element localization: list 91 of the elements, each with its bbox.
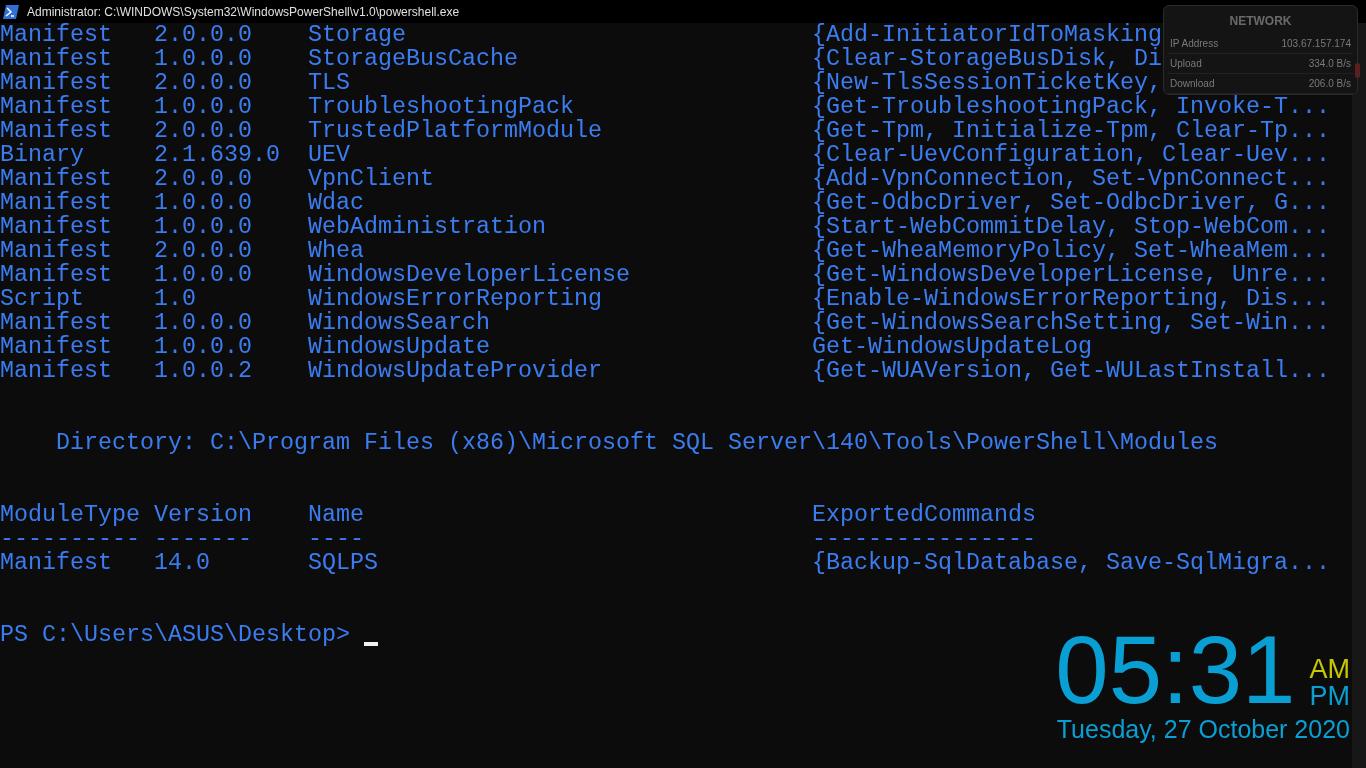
version-cell: 1.0.0.0 [154, 46, 252, 72]
module-name-cell: Wdac [308, 190, 364, 216]
version-cell: 1.0.0.0 [154, 262, 252, 288]
exported-commands-cell: {Enable-WindowsErrorReporting, Dis... [812, 286, 1330, 312]
powershell-icon [3, 4, 19, 19]
exported-commands-cell: {Clear-UevConfiguration, Clear-Uev... [812, 142, 1330, 168]
version-cell: 2.0.0.0 [154, 70, 252, 96]
module-type-cell: Manifest [0, 94, 112, 120]
module-name-cell: WindowsDeveloperLicense [308, 262, 630, 288]
module-type-cell: Manifest [0, 262, 112, 288]
version-cell: 1.0.0.0 [154, 334, 252, 360]
module-type-cell: Manifest [0, 70, 112, 96]
version-cell: 2.0.0.0 [154, 166, 252, 192]
module-name-cell: WindowsErrorReporting [308, 286, 602, 312]
module-type-cell: Manifest [0, 46, 112, 72]
module-name-cell: StorageBusCache [308, 46, 518, 72]
exported-commands-cell: {Get-OdbcDriver, Set-OdbcDriver, G... [812, 190, 1330, 216]
stat-value: 334.0 B/s [1308, 57, 1351, 71]
module-type-cell: Manifest [0, 214, 112, 240]
module-type-cell: Manifest [0, 190, 112, 216]
module-type-cell: Binary [0, 142, 84, 168]
column-header: ExportedCommands [812, 502, 1036, 528]
meridiem-label: PM [1309, 683, 1350, 710]
window-title: Administrator: C:\WINDOWS\System32\WindowsPowerShell\v1.0\powershell.exe [27, 3, 460, 21]
version-cell: 1.0.0.0 [154, 94, 252, 120]
scrollbar-thumb[interactable] [1355, 63, 1360, 78]
exported-commands-cell: {Get-WindowsDeveloperLicense, Unre... [812, 262, 1330, 288]
stat-label: Download [1170, 77, 1215, 91]
module-name-cell: Storage [308, 22, 406, 48]
column-header: Version [154, 502, 252, 528]
module-type-cell: Manifest [0, 334, 112, 360]
header-underline: ---- [308, 526, 364, 552]
module-name-cell: WindowsSearch [308, 310, 490, 336]
exported-commands-cell: {Get-WheaMemoryPolicy, Set-WheaMem... [812, 238, 1330, 264]
exported-commands-cell: {Get-WUAVersion, Get-WULastInstall... [812, 358, 1330, 384]
exported-commands-cell: {New-TlsSessionTicketKey, [812, 70, 1162, 96]
version-cell: 14.0 [154, 550, 210, 576]
module-name-cell: TLS [308, 70, 350, 96]
version-cell: 2.0.0.0 [154, 118, 252, 144]
exported-commands-cell: {Add-VpnConnection, Set-VpnConnect... [812, 166, 1330, 192]
module-type-cell: Manifest [0, 22, 112, 48]
version-cell: 1.0.0.0 [154, 190, 252, 216]
exported-commands-cell: Get-WindowsUpdateLog [812, 334, 1092, 360]
header-underline: ---------------- [812, 526, 1036, 552]
exported-commands-cell: {Start-WebCommitDelay, Stop-WebCom... [812, 214, 1330, 240]
scrollbar-track[interactable] [1352, 23, 1366, 768]
directory-label: Directory: [56, 431, 196, 455]
stat-value: 206.0 B/s [1308, 77, 1351, 91]
version-cell: 1.0.0.0 [154, 214, 252, 240]
module-type-cell: Manifest [0, 550, 112, 576]
module-type-cell: Manifest [0, 166, 112, 192]
module-type-cell: Script [0, 286, 84, 312]
clock-date: Tuesday, 27 October 2020 [1056, 714, 1350, 744]
version-cell: 2.1.639.0 [154, 142, 280, 168]
text-cursor [364, 642, 378, 646]
clock-time: 05:31 [1055, 628, 1296, 712]
module-type-cell: Manifest [0, 238, 112, 264]
exported-commands-cell: {Backup-SqlDatabase, Save-SqlMigra... [812, 550, 1330, 576]
module-type-cell: Manifest [0, 118, 112, 144]
module-name-cell: TroubleshootingPack [308, 94, 574, 120]
module-name-cell: UEV [308, 142, 350, 168]
module-name-cell: WindowsUpdateProvider [308, 358, 602, 384]
widget-title: NETWORK [1228, 13, 1293, 30]
exported-commands-cell: {Get-Tpm, Initialize-Tpm, Clear-Tp... [812, 118, 1330, 144]
version-cell: 1.0 [154, 286, 196, 312]
module-name-cell: SQLPS [308, 550, 378, 576]
version-cell: 2.0.0.0 [154, 238, 252, 264]
version-cell: 1.0.0.0 [154, 310, 252, 336]
module-name-cell: TrustedPlatformModule [308, 118, 602, 144]
module-name-cell: VpnClient [308, 166, 434, 192]
module-name-cell: Whea [308, 238, 364, 264]
stat-value: 103.67.157.174 [1281, 37, 1351, 51]
module-name-cell: WindowsUpdate [308, 334, 490, 360]
header-underline: ---------- [0, 526, 140, 552]
exported-commands-cell: {Add-InitiatorIdToMasking [812, 22, 1162, 48]
exported-commands-cell: {Get-WindowsSearchSetting, Set-Win... [812, 310, 1330, 336]
column-header: Name [308, 502, 364, 528]
module-name-cell: WebAdministration [308, 214, 546, 240]
header-underline: ------- [154, 526, 252, 552]
command-prompt: PS C:\Users\ASUS\Desktop> [0, 623, 350, 647]
exported-commands-cell: {Get-TroubleshootingPack, Invoke-T... [812, 94, 1330, 120]
meridiem-label: AM [1309, 656, 1350, 683]
exported-commands-cell: {Clear-StorageBusDisk, Di [812, 46, 1162, 72]
module-type-cell: Manifest [0, 310, 112, 336]
version-cell: 2.0.0.0 [154, 22, 252, 48]
version-cell: 1.0.0.2 [154, 358, 252, 384]
module-type-cell: Manifest [0, 358, 112, 384]
stat-label: Upload [1170, 57, 1202, 71]
column-header: ModuleType [0, 502, 140, 528]
directory-path: C:\Program Files (x86)\Microsoft SQL Server\140\Tools\PowerShell\Modules [210, 431, 1218, 455]
stat-label: IP Address [1170, 37, 1219, 51]
